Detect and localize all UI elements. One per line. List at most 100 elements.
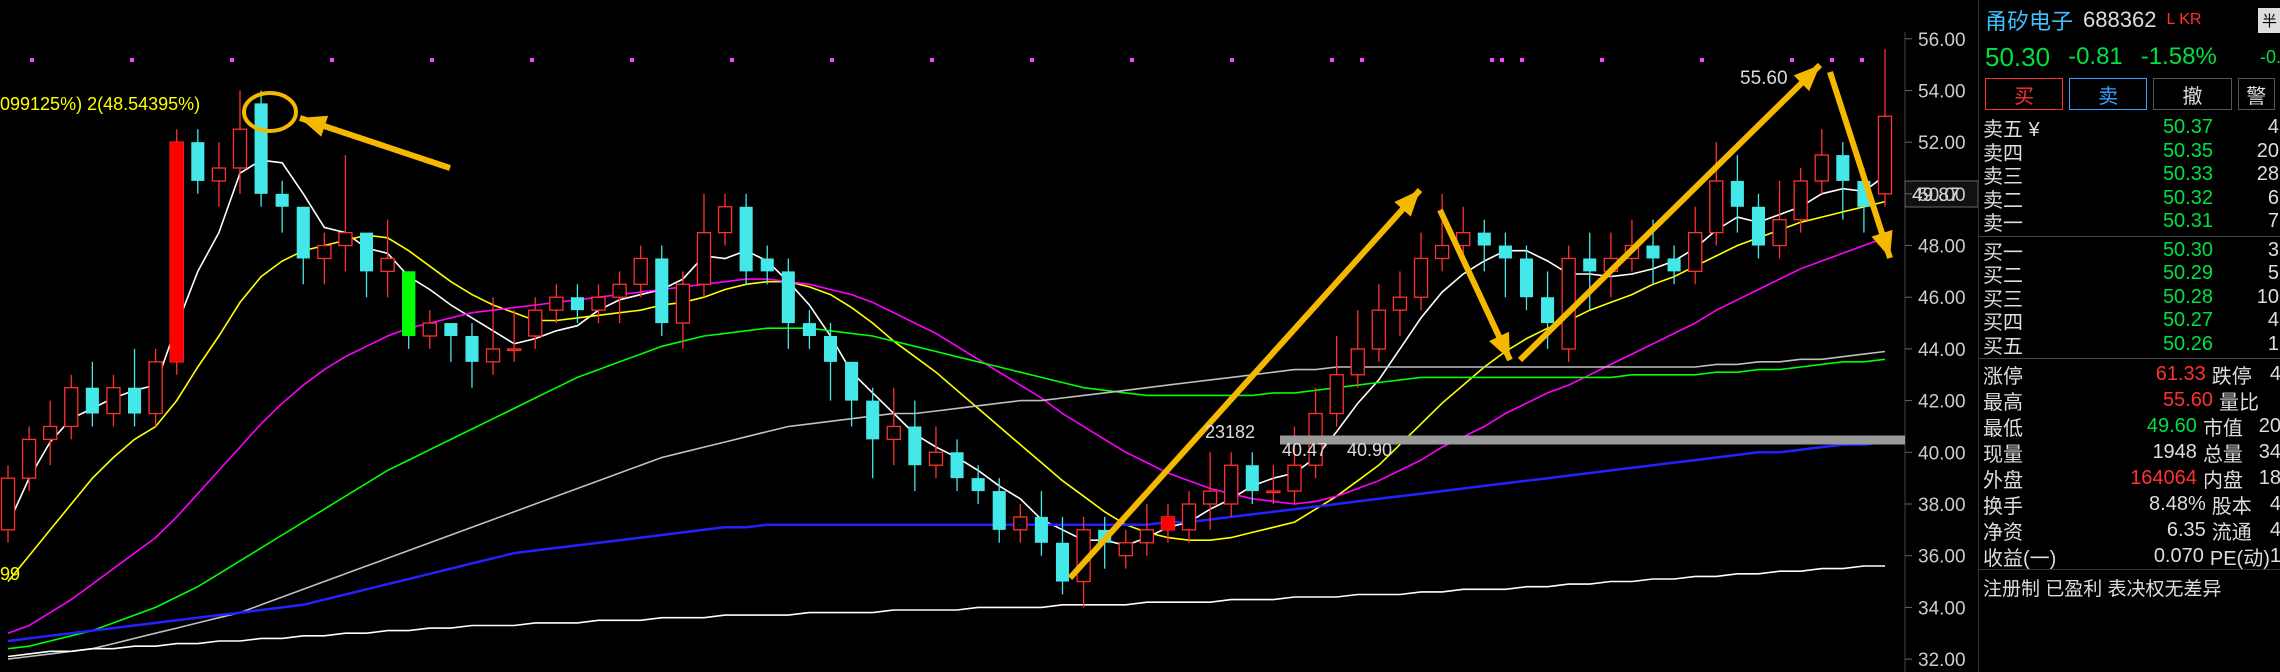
quote-panel: 甬矽电子 688362 L KR 半 50.30 -0.81 -1.58% -0…: [1978, 0, 2280, 672]
last-price: 50.30: [1985, 41, 2051, 72]
signal-dot: [30, 58, 34, 62]
candle-body: [444, 323, 458, 336]
signal-dot: [1830, 58, 1834, 62]
y-tick-label: 48.00: [1918, 237, 1966, 258]
stock-code: 688362: [2083, 7, 2157, 32]
chart-label-top-pct: 099125%) 2(48.54395%): [0, 94, 200, 114]
y-tick-label: 56.00: [1918, 30, 1966, 51]
stat-value: 1948: [2152, 440, 2197, 463]
candle-body: [1541, 297, 1555, 324]
candle-body: [549, 296, 564, 311]
signal-dot: [430, 58, 434, 62]
stat-value: 49.60: [2146, 414, 2197, 437]
y-tick-label: 38.00: [1918, 495, 1966, 516]
candle-body: [739, 206, 753, 272]
buy-button[interactable]: 买: [1985, 78, 2064, 110]
signal-dot: [1860, 58, 1864, 62]
candle-body: [1392, 296, 1408, 311]
alert-button[interactable]: 警: [2237, 78, 2275, 110]
stat-label: 现量: [1983, 443, 2023, 466]
chart-label-level-high: 40.90: [1347, 440, 1392, 460]
candle-body: [781, 271, 795, 324]
signal-dot: [1790, 58, 1794, 62]
book-row[interactable]: 卖一 50.31 7: [1979, 210, 2280, 235]
y-tick-label: 44.00: [1918, 340, 1966, 361]
book-volume: 28: [2256, 163, 2279, 186]
stat-value-2: 4: [2269, 492, 2280, 515]
stat-label-2: 量比: [2219, 391, 2259, 414]
stat-label-2: 市值: [2202, 417, 2243, 440]
stock-header: 甬矽电子 688362 L KR 半: [1979, 0, 2280, 40]
half-toggle-button[interactable]: 半: [2257, 7, 2280, 33]
candle-body: [148, 361, 163, 415]
stat-label: 外盘: [1983, 469, 2023, 492]
stat-label: 最低: [1983, 417, 2023, 440]
book-row[interactable]: 买五 50.26 1: [1979, 332, 2280, 358]
signal-dot: [1330, 58, 1334, 62]
book-price: 50.26: [2162, 332, 2213, 355]
candle-highlight: [170, 142, 184, 362]
signal-dot: [130, 58, 134, 62]
book-price: 50.32: [2162, 186, 2213, 209]
candle-body: [1751, 206, 1765, 246]
cancel-order-button[interactable]: 撤: [2153, 78, 2232, 110]
candle-body: [275, 193, 289, 207]
book-volume: 6: [2267, 186, 2279, 209]
stat-label: 涨停: [1983, 365, 2023, 388]
candle-body: [1350, 348, 1365, 376]
candle-body: [1688, 231, 1703, 273]
candle-body: [1519, 258, 1534, 298]
candle-body: [1730, 180, 1744, 207]
stat-value: 61.33: [2155, 362, 2206, 385]
candle-body: [866, 400, 880, 440]
stat-value-2: 4: [2269, 362, 2280, 385]
stock-name[interactable]: 甬矽电子: [1985, 4, 2073, 36]
candle-body: [950, 452, 964, 479]
stats-row: 换手 8.48% 股本 4: [1979, 491, 2280, 518]
sell-button[interactable]: 卖: [2069, 78, 2148, 110]
candle-body: [1413, 257, 1429, 298]
stat-label: 换手: [1983, 495, 2023, 518]
y-tick-label: 54.00: [1918, 81, 1966, 102]
y-tick-label: 40.00: [1918, 443, 1966, 464]
stat-value-2: 18: [2258, 466, 2280, 489]
candle-body: [845, 361, 859, 401]
candle-body: [696, 231, 712, 285]
candle: [739, 193, 753, 285]
candle-body: [528, 309, 543, 337]
candle-body: [1013, 516, 1028, 531]
stat-label-2: 总量: [2202, 443, 2243, 466]
stats-row: 最低 49.60 市值 20: [1979, 413, 2280, 440]
candle-body: [675, 283, 691, 324]
candle-body: [338, 231, 353, 247]
candle-body: [1709, 180, 1724, 234]
candle-body: [1836, 155, 1850, 181]
candle-body: [1329, 374, 1344, 415]
book-volume: 7: [2267, 210, 2279, 233]
book-level-label: 买五: [1983, 335, 2023, 358]
stat-label-2: 内盘: [2202, 469, 2243, 492]
candle-body: [317, 244, 332, 260]
candle-body: [359, 232, 374, 272]
candle-body: [1034, 516, 1048, 543]
chart-background: [0, 0, 1978, 672]
stat-label: 净资: [1983, 521, 2023, 544]
candle-body: [886, 425, 901, 441]
stats-row: 外盘 164064 内盘 18: [1979, 465, 2280, 492]
candle-body: [106, 387, 121, 415]
candle-highlight: [1161, 516, 1175, 530]
candle-body: [296, 206, 310, 259]
candle-body: [1181, 503, 1197, 531]
candle-body: [1371, 309, 1387, 350]
stat-value: 8.48%: [2149, 492, 2206, 515]
stats-row: 涨停 61.33 跌停 4: [1979, 361, 2280, 388]
candle-body: [1477, 232, 1491, 246]
signal-dot: [1600, 58, 1604, 62]
candle-body: [211, 167, 227, 182]
signal-dot: [530, 58, 534, 62]
stat-label: 收益(一): [1983, 547, 2057, 570]
signal-dot: [1520, 58, 1524, 62]
signal-dot: [1030, 58, 1034, 62]
candlestick-chart[interactable]: 099125%) 2(48.54395%) 99 55.60 40.47 40.90 23…: [0, 0, 1978, 672]
candle-body: [1245, 465, 1259, 492]
